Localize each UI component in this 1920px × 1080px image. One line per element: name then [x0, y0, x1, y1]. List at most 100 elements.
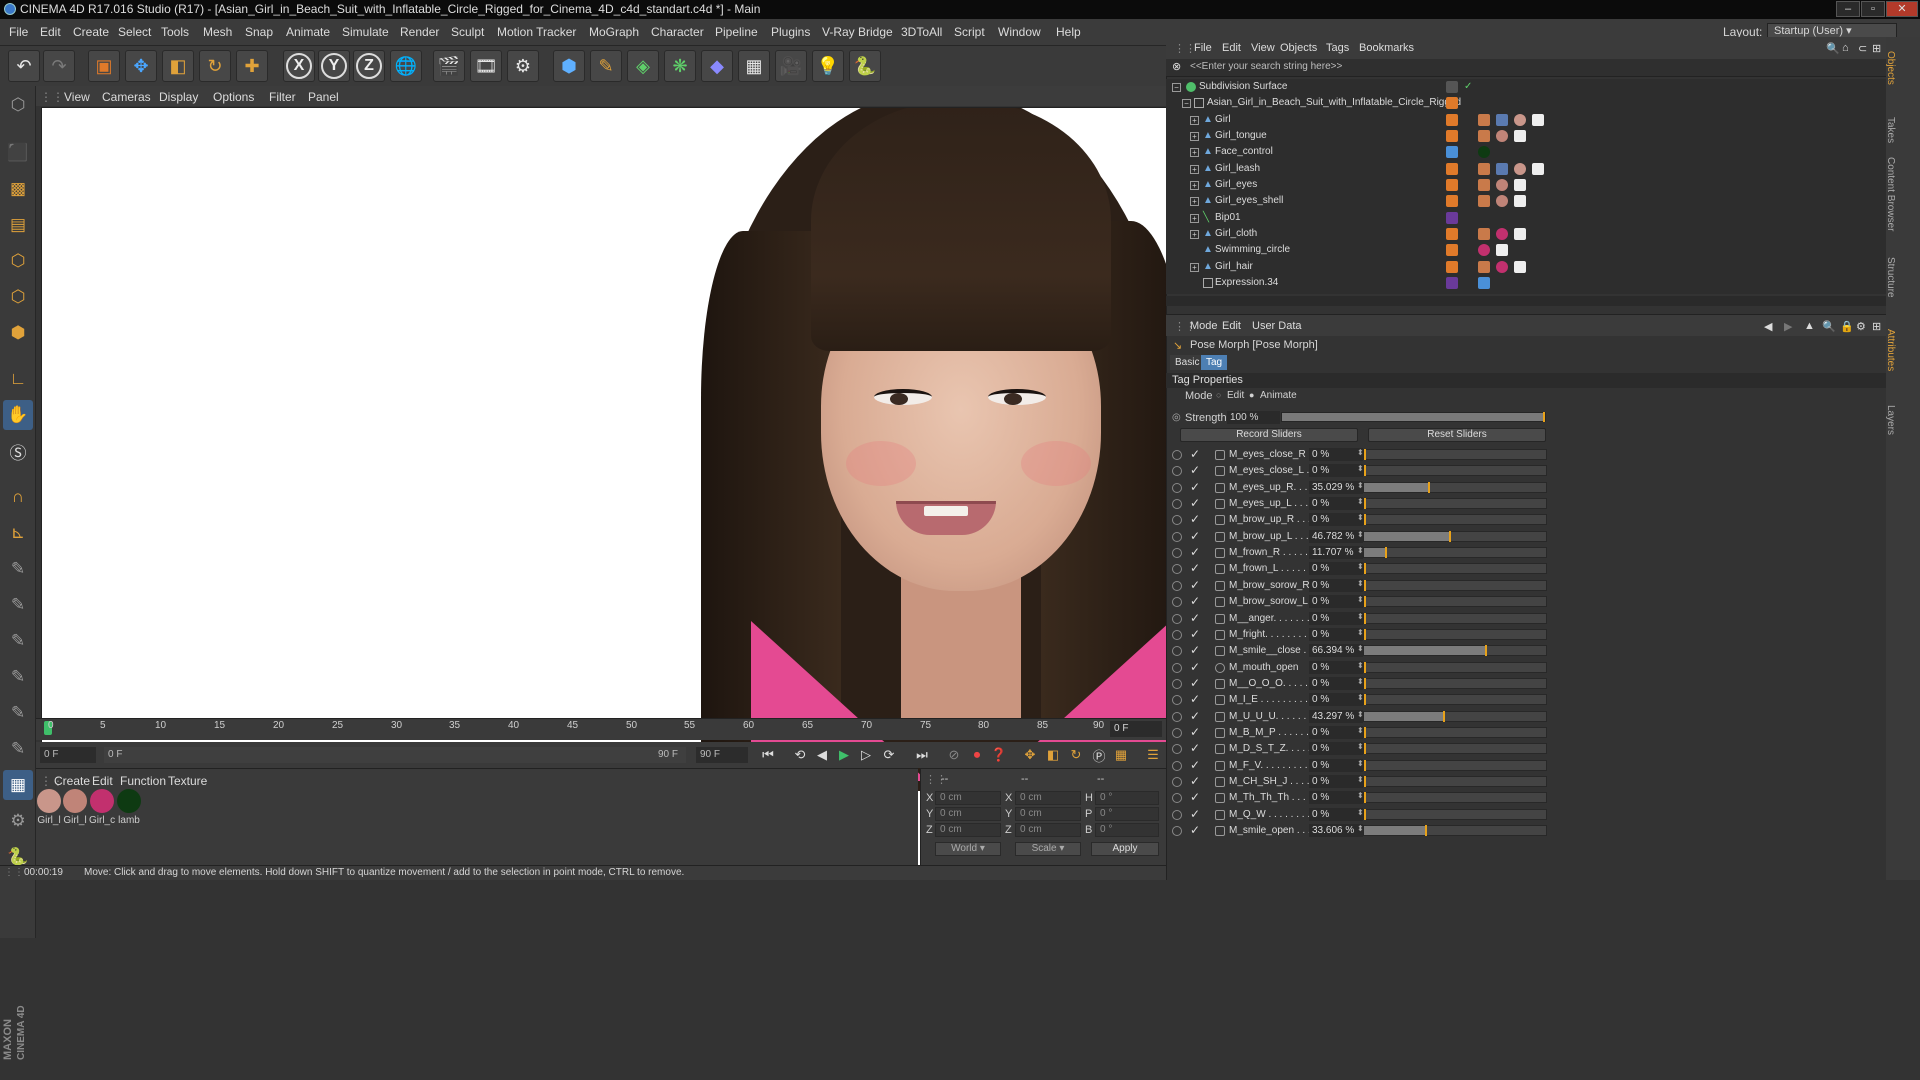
- material-menu-texture[interactable]: Texture: [168, 774, 207, 788]
- morph-slider-handle[interactable]: [1364, 743, 1366, 755]
- animate-toggle-icon[interactable]: [1172, 711, 1182, 722]
- camera-icon[interactable]: 🎥: [775, 50, 807, 82]
- expand-toggle-icon[interactable]: +: [1190, 214, 1199, 223]
- tag-icon[interactable]: [1478, 163, 1490, 175]
- y-axis-lock-icon[interactable]: Y: [318, 50, 350, 82]
- animate-toggle-icon[interactable]: [1172, 580, 1182, 591]
- menu-window[interactable]: Window: [998, 25, 1041, 39]
- collapse-toggle-icon[interactable]: −: [1172, 83, 1181, 92]
- animate-toggle-icon[interactable]: ◎: [1172, 412, 1181, 423]
- animate-toggle-icon[interactable]: [1172, 450, 1182, 460]
- expand-toggle-icon[interactable]: +: [1190, 263, 1199, 272]
- new-panel-icon[interactable]: ⊞: [1872, 320, 1881, 333]
- end-frame-field[interactable]: 90 F: [696, 747, 748, 763]
- enable-check-icon[interactable]: ✓: [1190, 529, 1200, 543]
- menu-3dtoall[interactable]: 3DToAll: [901, 25, 942, 39]
- morph-value-field[interactable]: 0 %: [1309, 627, 1363, 641]
- animate-toggle-icon[interactable]: [1172, 629, 1182, 640]
- material-tag-icon[interactable]: [1478, 146, 1490, 158]
- material-tag-icon[interactable]: [1514, 114, 1526, 126]
- strength-slider-handle[interactable]: [1543, 412, 1545, 422]
- forward-arrow-icon[interactable]: ▶: [1784, 320, 1792, 333]
- rotation-b-field[interactable]: 0 °: [1095, 823, 1159, 837]
- morph-slider[interactable]: [1363, 645, 1547, 657]
- morph-slider[interactable]: [1363, 596, 1547, 608]
- enable-check-icon[interactable]: ✓: [1190, 480, 1200, 494]
- menu-mograph[interactable]: MoGraph: [589, 25, 639, 39]
- home-icon[interactable]: ⌂: [1842, 42, 1849, 54]
- next-key-icon[interactable]: ⟳: [879, 745, 899, 765]
- morph-value-field[interactable]: 0 %: [1309, 742, 1363, 756]
- object-menu-bookmarks[interactable]: Bookmarks: [1359, 42, 1414, 54]
- key-parameter-icon[interactable]: Ⓟ: [1089, 745, 1109, 765]
- z-axis-lock-icon[interactable]: Z: [353, 50, 385, 82]
- morph-slider-handle[interactable]: [1443, 710, 1445, 722]
- animate-toggle-icon[interactable]: [1172, 678, 1182, 689]
- morph-slider-handle[interactable]: [1364, 726, 1366, 738]
- model-mode-icon[interactable]: ⬛: [3, 138, 33, 168]
- record-active-objects-icon[interactable]: ⏺: [967, 745, 987, 765]
- animate-toggle-icon[interactable]: [1172, 548, 1182, 559]
- side-tab-structure[interactable]: Structure: [1885, 257, 1896, 298]
- tree-row[interactable]: − Asian_Girl_in_Beach_Suit_with_Inflatab…: [1166, 95, 1886, 111]
- tag-icon[interactable]: [1496, 163, 1508, 175]
- morph-value-field[interactable]: 43.297 %: [1309, 709, 1363, 723]
- redo-icon[interactable]: ↷: [43, 50, 75, 82]
- morph-slider[interactable]: [1363, 547, 1547, 559]
- material-swatch[interactable]: Girl_l: [62, 789, 88, 826]
- morph-value-field[interactable]: 0 %: [1309, 595, 1363, 609]
- morph-slider-handle[interactable]: [1385, 547, 1387, 559]
- morph-value-field[interactable]: 0 %: [1309, 562, 1363, 576]
- edges-mode-icon[interactable]: ⬡: [3, 282, 33, 312]
- tree-row[interactable]: + ▲ Girl_leash: [1166, 161, 1886, 177]
- autokeying-icon[interactable]: ❓: [989, 745, 1009, 765]
- viewport-menu-filter[interactable]: Filter: [269, 90, 296, 104]
- material-menu-create[interactable]: Create: [54, 774, 90, 788]
- viewport-menu-options[interactable]: Options: [213, 90, 254, 104]
- enable-check-icon[interactable]: ✓: [1190, 643, 1200, 657]
- enable-check-icon[interactable]: ✓: [1190, 660, 1200, 674]
- next-frame-icon[interactable]: ▷: [856, 745, 876, 765]
- xpresso-tag-icon[interactable]: [1478, 277, 1490, 289]
- quantize-icon[interactable]: ⊾: [3, 518, 33, 548]
- expand-toggle-icon[interactable]: +: [1190, 132, 1199, 141]
- checker-tag-icon[interactable]: [1514, 228, 1526, 240]
- morph-slider[interactable]: [1363, 498, 1547, 510]
- morph-slider[interactable]: [1363, 759, 1547, 771]
- material-swatch[interactable]: Girl_c: [89, 789, 115, 826]
- current-frame-field[interactable]: 0 F: [1110, 721, 1162, 737]
- close-button[interactable]: ✕: [1886, 1, 1918, 17]
- object-tree-scrollbar[interactable]: [1166, 296, 1886, 306]
- material-tag-icon[interactable]: [1496, 195, 1508, 207]
- morph-slider-handle[interactable]: [1364, 514, 1366, 526]
- tag-icon[interactable]: [1478, 195, 1490, 207]
- size-x-field[interactable]: 0 cm: [1015, 791, 1081, 805]
- morph-slider-handle[interactable]: [1364, 792, 1366, 804]
- enable-check-icon[interactable]: ✓: [1190, 725, 1200, 739]
- minimize-button[interactable]: –: [1836, 1, 1860, 17]
- new-panel-icon[interactable]: ⊞: [1872, 42, 1881, 55]
- tree-row[interactable]: + ▲ Face_control: [1166, 144, 1886, 160]
- menu-help[interactable]: Help: [1056, 25, 1081, 39]
- object-menu-objects[interactable]: Objects: [1280, 42, 1317, 54]
- animate-toggle-icon[interactable]: [1172, 727, 1182, 738]
- tag-icon[interactable]: [1478, 228, 1490, 240]
- menu-mesh[interactable]: Mesh: [203, 25, 232, 39]
- tag-icon[interactable]: [1478, 261, 1490, 273]
- side-tab-takes[interactable]: Takes: [1885, 117, 1896, 143]
- morph-slider[interactable]: [1363, 579, 1547, 591]
- menu-vray-bridge[interactable]: V-Ray Bridge: [822, 25, 893, 39]
- animate-toggle-icon[interactable]: [1172, 695, 1182, 706]
- animate-toggle-icon[interactable]: [1172, 564, 1182, 575]
- morph-slider[interactable]: [1363, 563, 1547, 575]
- side-tab-layers[interactable]: Layers: [1885, 405, 1896, 435]
- menu-plugins[interactable]: Plugins: [771, 25, 810, 39]
- checker-tag-icon[interactable]: [1514, 179, 1526, 191]
- morph-slider-handle[interactable]: [1364, 808, 1366, 820]
- light-icon[interactable]: 💡: [812, 50, 844, 82]
- tag-icon[interactable]: [1478, 130, 1490, 142]
- morph-value-field[interactable]: 35.029 %: [1309, 480, 1363, 494]
- mode-edit-radio-icon[interactable]: ○: [1216, 390, 1221, 400]
- tree-row[interactable]: + ▲ Girl_eyes_shell: [1166, 193, 1886, 209]
- material-swatch[interactable]: Girl_l: [36, 789, 62, 826]
